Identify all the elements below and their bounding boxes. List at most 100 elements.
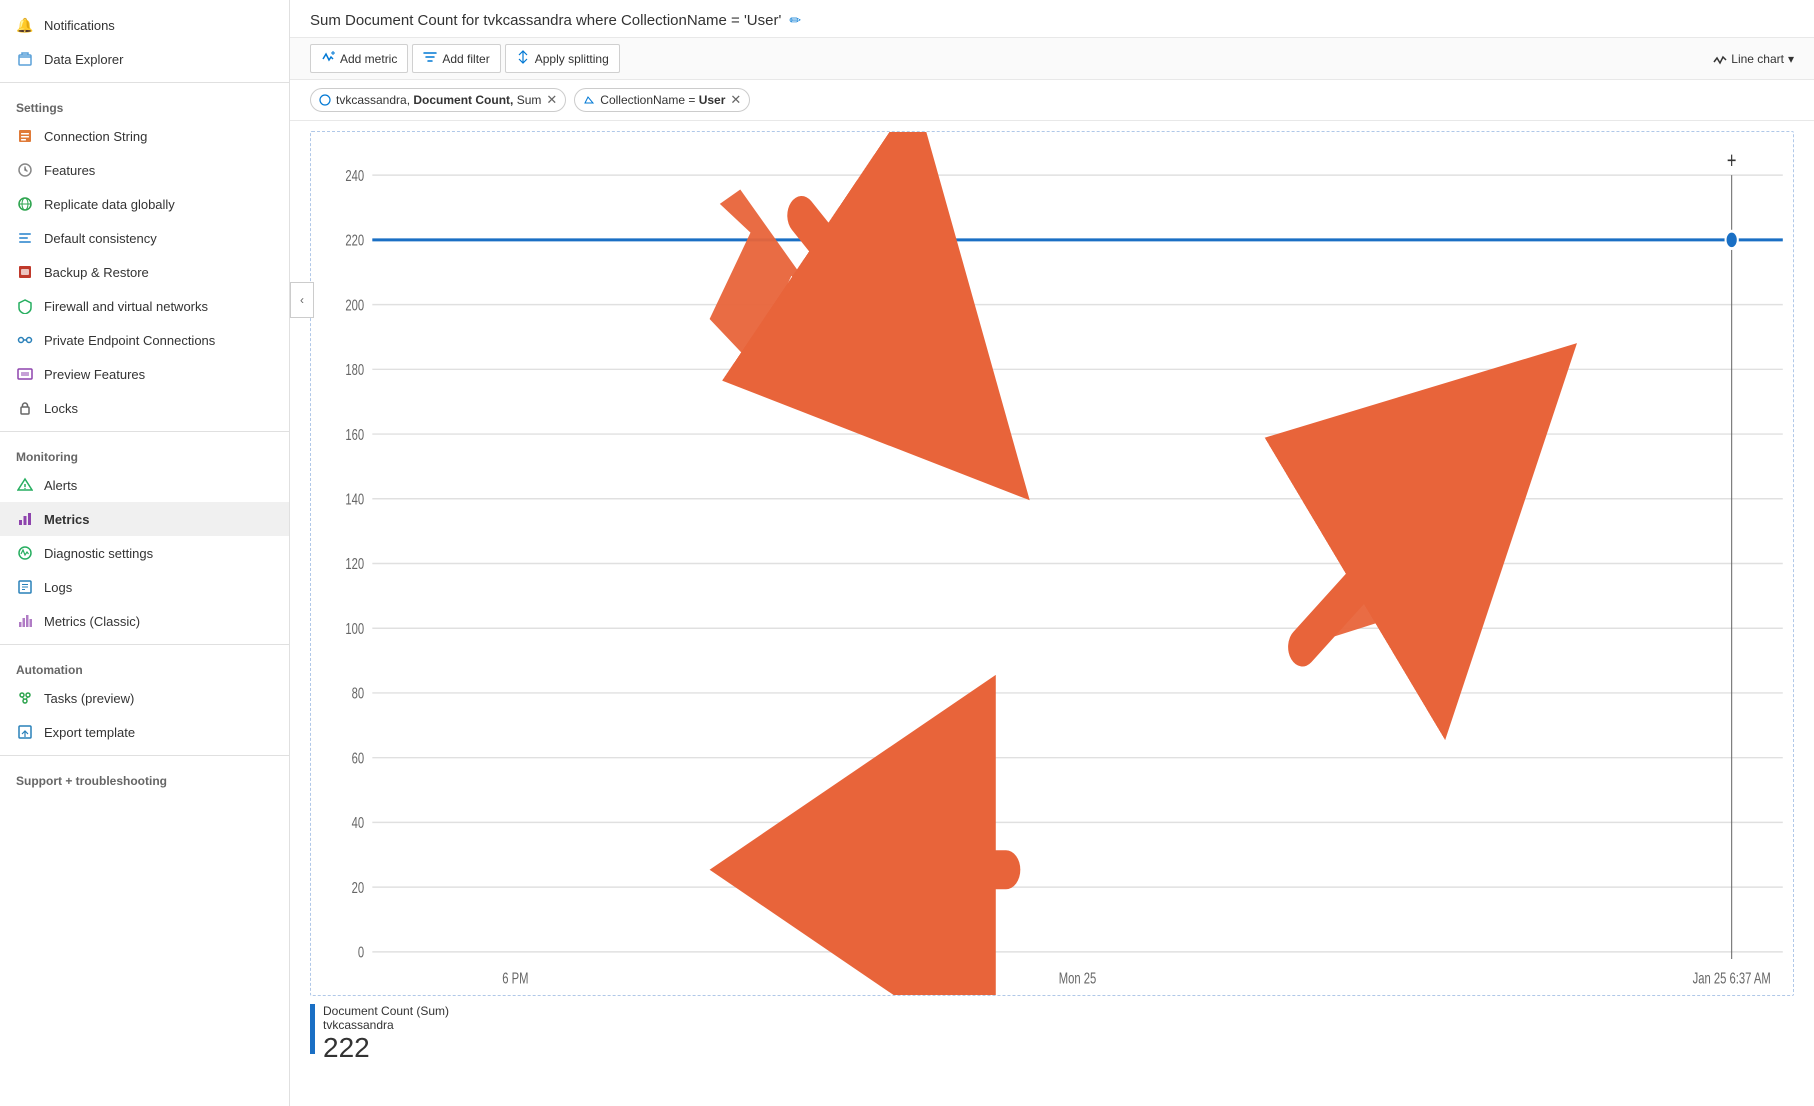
add-metric-label: Add metric [340,52,397,66]
settings-section-title: Settings [0,89,289,119]
divider-support [0,755,289,756]
sidebar-item-tasks[interactable]: Tasks (preview) [0,681,289,715]
chart-area: 240 220 200 180 160 140 120 100 80 60 40… [290,121,1814,1106]
svg-text:100: 100 [345,620,364,637]
cube-icon [16,50,34,68]
bars-icon [16,229,34,247]
db-icon [16,127,34,145]
automation-section-title: Automation [0,651,289,681]
sidebar-label-features: Features [44,163,95,178]
sidebar-item-firewall[interactable]: Firewall and virtual networks [0,289,289,323]
sidebar-item-replicate[interactable]: Replicate data globally [0,187,289,221]
collection-filter-tag[interactable]: CollectionName = User ✕ [574,88,750,112]
add-filter-button[interactable]: Add filter [412,44,500,73]
sidebar-item-consistency[interactable]: Default consistency [0,221,289,255]
sidebar-label-metrics-classic: Metrics (Classic) [44,614,140,629]
sidebar-label-logs: Logs [44,580,72,595]
sidebar-label-replicate: Replicate data globally [44,197,175,212]
preview-icon [16,365,34,383]
svg-text:160: 160 [345,426,364,443]
sidebar-label-tasks: Tasks (preview) [44,691,134,706]
sidebar-label-connection-string: Connection String [44,129,147,144]
svg-text:200: 200 [345,297,364,314]
line-chart-toggle[interactable]: Line chart ▾ [1713,52,1794,66]
metric-filter-close[interactable]: ✕ [546,92,557,108]
sidebar-item-metrics-classic[interactable]: Metrics (Classic) [0,604,289,638]
svg-text:Jan 25 6:37 AM: Jan 25 6:37 AM [1693,970,1771,987]
sidebar-item-preview-features[interactable]: Preview Features [0,357,289,391]
legend-info: Document Count (Sum) tvkcassandra 222 [323,1004,449,1064]
endpoint-icon [16,331,34,349]
filter-bar: tvkcassandra, Document Count, Sum ✕ Coll… [290,80,1814,121]
toolbar-left: Add metric Add filter Apply splitting [310,44,620,73]
sidebar-label-preview-features: Preview Features [44,367,145,382]
sidebar-item-data-explorer[interactable]: Data Explorer [0,42,289,76]
svg-text:0: 0 [358,944,365,961]
sidebar-label-firewall: Firewall and virtual networks [44,299,208,314]
svg-text:140: 140 [345,491,364,508]
chevron-down-icon[interactable]: ▾ [1788,52,1794,66]
edit-title-icon[interactable]: ✏ [789,12,801,29]
sidebar-item-alerts[interactable]: Alerts [0,468,289,502]
add-metric-button[interactable]: Add metric [310,44,408,73]
chart-svg: 240 220 200 180 160 140 120 100 80 60 40… [311,132,1793,995]
sidebar-label-backup: Backup & Restore [44,265,149,280]
alert-icon [16,476,34,494]
globe-icon [16,195,34,213]
support-section-title: Support + troubleshooting [0,762,289,792]
sidebar-label-notifications: Notifications [44,18,115,33]
svg-text:60: 60 [352,750,365,767]
sidebar-label-locks: Locks [44,401,78,416]
collection-filter-text: CollectionName = User [600,93,725,107]
sidebar-label-private-endpoint: Private Endpoint Connections [44,333,215,348]
backup-icon [16,263,34,281]
sidebar-item-metrics[interactable]: Metrics [0,502,289,536]
lock-icon [16,399,34,417]
svg-text:+: + [1727,148,1737,173]
sidebar-item-features[interactable]: Features [0,153,289,187]
svg-text:6 PM: 6 PM [502,970,528,987]
sidebar-item-locks[interactable]: Locks [0,391,289,425]
monitoring-section-title: Monitoring [0,438,289,468]
divider-automation [0,644,289,645]
sidebar-item-backup[interactable]: Backup & Restore [0,255,289,289]
sidebar-item-connection-string[interactable]: Connection String [0,119,289,153]
chart-title-bar: Sum Document Count for tvkcassandra wher… [290,0,1814,38]
legend-sublabel: tvkcassandra [323,1018,449,1032]
logs-icon [16,578,34,596]
features-icon [16,161,34,179]
legend-label: Document Count (Sum) [323,1004,449,1018]
svg-text:20: 20 [352,879,365,896]
add-metric-icon [321,50,335,67]
sidebar-label-consistency: Default consistency [44,231,157,246]
legend-color-bar [310,1004,315,1054]
metrics-classic-icon [16,612,34,630]
sidebar-collapse-button[interactable]: ‹ [290,282,314,318]
add-filter-label: Add filter [442,52,489,66]
export-icon [16,723,34,741]
chart-container[interactable]: 240 220 200 180 160 140 120 100 80 60 40… [310,131,1794,996]
collection-filter-close[interactable]: ✕ [730,92,741,108]
sidebar: 🔔 Notifications Data Explorer Settings C… [0,0,290,1106]
apply-splitting-button[interactable]: Apply splitting [505,44,620,73]
sidebar-item-diagnostic-settings[interactable]: Diagnostic settings [0,536,289,570]
bell-icon: 🔔 [16,16,34,34]
apply-splitting-label: Apply splitting [535,52,609,66]
sidebar-label-diagnostic: Diagnostic settings [44,546,153,561]
divider-settings [0,82,289,83]
svg-text:Mon 25: Mon 25 [1059,970,1097,987]
sidebar-label-data-explorer: Data Explorer [44,52,123,67]
svg-text:180: 180 [345,361,364,378]
sidebar-item-export-template[interactable]: Export template [0,715,289,749]
main-content: ‹ Sum Document Count for tvkcassandra wh… [290,0,1814,1106]
sidebar-item-notifications[interactable]: 🔔 Notifications [0,8,289,42]
splitting-icon [516,50,530,67]
legend-value: 222 [323,1032,449,1064]
filter-icon [423,50,437,67]
metric-filter-tag[interactable]: tvkcassandra, Document Count, Sum ✕ [310,88,566,112]
tasks-icon [16,689,34,707]
sidebar-item-logs[interactable]: Logs [0,570,289,604]
line-chart-label: Line chart [1731,52,1784,66]
sidebar-item-private-endpoint[interactable]: Private Endpoint Connections [0,323,289,357]
svg-text:220: 220 [345,232,364,249]
